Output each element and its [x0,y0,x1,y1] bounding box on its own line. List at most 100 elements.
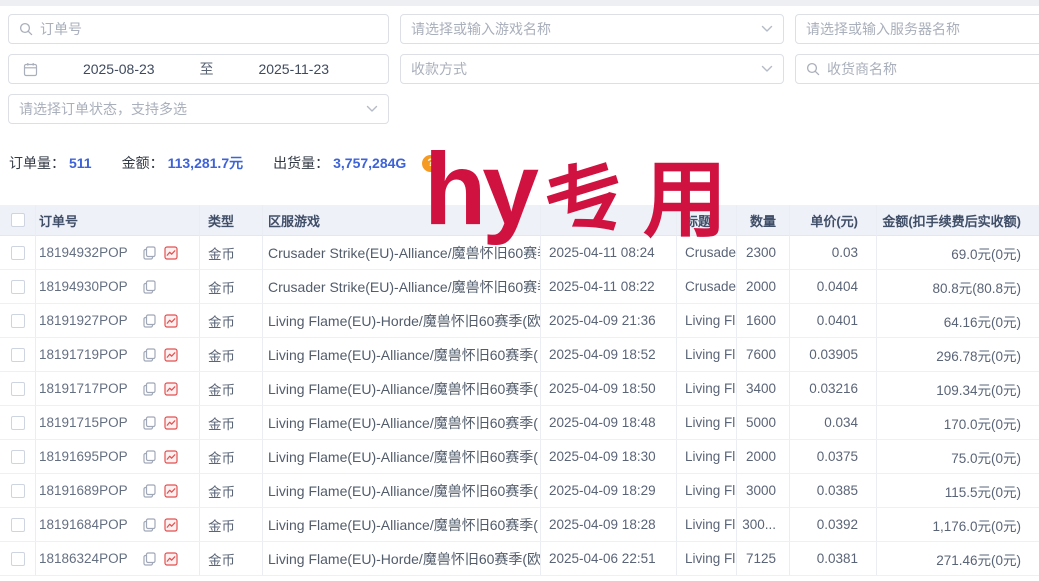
header-game: 区服游戏 [263,205,541,236]
stats-bar: 订单量： 511 金额： 113,281.7元 出货量： 3,757,284G … [9,153,439,173]
type-cell: 金币 [200,542,263,576]
row-select-cell [0,304,36,338]
row-select-cell [0,474,36,508]
row-checkbox[interactable] [11,314,25,328]
quantity-cell: 300... [737,508,790,542]
payment-method-select[interactable]: 收款方式 [400,54,784,84]
row-checkbox[interactable] [11,416,25,430]
row-select-cell [0,508,36,542]
order-no-cell: 18194932POP [36,236,200,270]
row-checkbox[interactable] [11,280,25,294]
screenshot-image-icon[interactable] [164,450,178,464]
copy-icon[interactable] [143,246,156,260]
order-no-text: 18191684POP [39,517,128,532]
quantity-cell: 1600 [737,304,790,338]
game-server-cell: Living Flame(EU)-Horde/魔兽怀旧60赛季(欧 [263,304,541,338]
date-range-picker[interactable]: 2025-08-23 至 2025-11-23 [8,54,389,84]
copy-icon[interactable] [143,280,156,294]
quantity-cell: 7600 [737,338,790,372]
screenshot-image-icon[interactable] [164,314,178,328]
screenshot-image-icon[interactable] [164,348,178,362]
orders-table: 订单号 类型 区服游戏 标题 数量 单价(元) 金额(扣手续费后实收额) 181… [0,205,1039,576]
header-order-no: 订单号 [36,205,200,236]
screenshot-image-icon[interactable] [164,484,178,498]
copy-icon[interactable] [143,416,156,430]
title-cell: Living Fl [677,406,737,440]
screenshot-image-icon[interactable] [164,552,178,566]
row-select-cell [0,372,36,406]
help-icon[interactable]: ? [422,155,439,172]
title-cell: Living Fl [677,372,737,406]
table-body: 18194932POP 金币 Crusader Strike(EU)-Allia… [0,236,1039,576]
screenshot-image-icon[interactable] [164,518,178,532]
order-no-cell: 18191689POP [36,474,200,508]
unit-price-cell: 0.034 [790,406,877,440]
type-cell: 金币 [200,270,263,304]
order-time-cell: 2025-04-09 18:28 [541,508,677,542]
order-status-select[interactable]: 请选择订单状态，支持多选 [8,94,389,124]
row-select-cell [0,542,36,576]
server-name-input[interactable] [806,21,1034,37]
order-no-cell: 18191695POP [36,440,200,474]
date-end[interactable]: 2025-11-23 [258,61,329,77]
order-no-text: 18191717POP [39,381,128,396]
row-checkbox[interactable] [11,246,25,260]
unit-price-cell: 0.0375 [790,440,877,474]
chevron-down-icon[interactable] [366,105,378,113]
chevron-down-icon[interactable] [761,65,773,73]
merchant-name-search[interactable] [795,54,1039,84]
copy-icon[interactable] [143,348,156,362]
order-row-icons [143,518,178,532]
amount-value: 113,281.7元 [168,153,244,173]
copy-icon[interactable] [143,314,156,328]
title-cell: Crusader [677,236,737,270]
order-row-icons [143,484,178,498]
screenshot-image-icon[interactable] [164,382,178,396]
payment-select-placeholder: 收款方式 [411,59,467,79]
table-row: 18186324POP 金币 Living Flame(EU)-Horde/魔兽… [0,542,1039,576]
type-cell: 金币 [200,474,263,508]
quantity-cell: 2000 [737,270,790,304]
copy-icon[interactable] [143,450,156,464]
order-row-icons [143,450,178,464]
date-start[interactable]: 2025-08-23 [83,61,155,77]
type-cell: 金币 [200,236,263,270]
select-all-checkbox[interactable] [11,213,25,227]
order-time-cell: 2025-04-09 18:50 [541,372,677,406]
order-count-value: 511 [69,155,92,171]
merchant-name-input[interactable] [827,61,1034,77]
order-time-cell: 2025-04-09 18:48 [541,406,677,440]
order-number-search[interactable] [8,14,389,44]
table-row: 18194930POP 金币 Crusader Strike(EU)-Allia… [0,270,1039,304]
calendar-icon [23,62,38,77]
quantity-cell: 7125 [737,542,790,576]
row-checkbox[interactable] [11,552,25,566]
title-cell: Living Fl [677,474,737,508]
game-name-select[interactable]: 请选择或输入游戏名称 [400,14,784,44]
screenshot-image-icon[interactable] [164,246,178,260]
amount-cell: 296.78元(0元) [877,338,1039,372]
row-checkbox[interactable] [11,484,25,498]
row-select-cell [0,440,36,474]
row-checkbox[interactable] [11,518,25,532]
chevron-down-icon[interactable] [761,25,773,33]
row-checkbox[interactable] [11,450,25,464]
server-name-search[interactable] [795,14,1039,44]
order-time-cell: 2025-04-11 08:22 [541,270,677,304]
status-select-placeholder: 请选择订单状态，支持多选 [19,99,187,119]
copy-icon[interactable] [143,484,156,498]
amount-cell: 1,176.0元(0元) [877,508,1039,542]
copy-icon[interactable] [143,552,156,566]
row-checkbox[interactable] [11,382,25,396]
order-number-input[interactable] [40,21,378,37]
game-server-cell: Living Flame(EU)-Alliance/魔兽怀旧60赛季( [263,474,541,508]
row-checkbox[interactable] [11,348,25,362]
header-time [541,205,677,236]
screenshot-image-icon[interactable] [164,416,178,430]
order-time-cell: 2025-04-09 18:29 [541,474,677,508]
copy-icon[interactable] [143,518,156,532]
copy-icon[interactable] [143,382,156,396]
order-no-text: 18191695POP [39,449,128,464]
unit-price-cell: 0.03216 [790,372,877,406]
game-server-cell: Crusader Strike(EU)-Alliance/魔兽怀旧60赛季 [263,236,541,270]
